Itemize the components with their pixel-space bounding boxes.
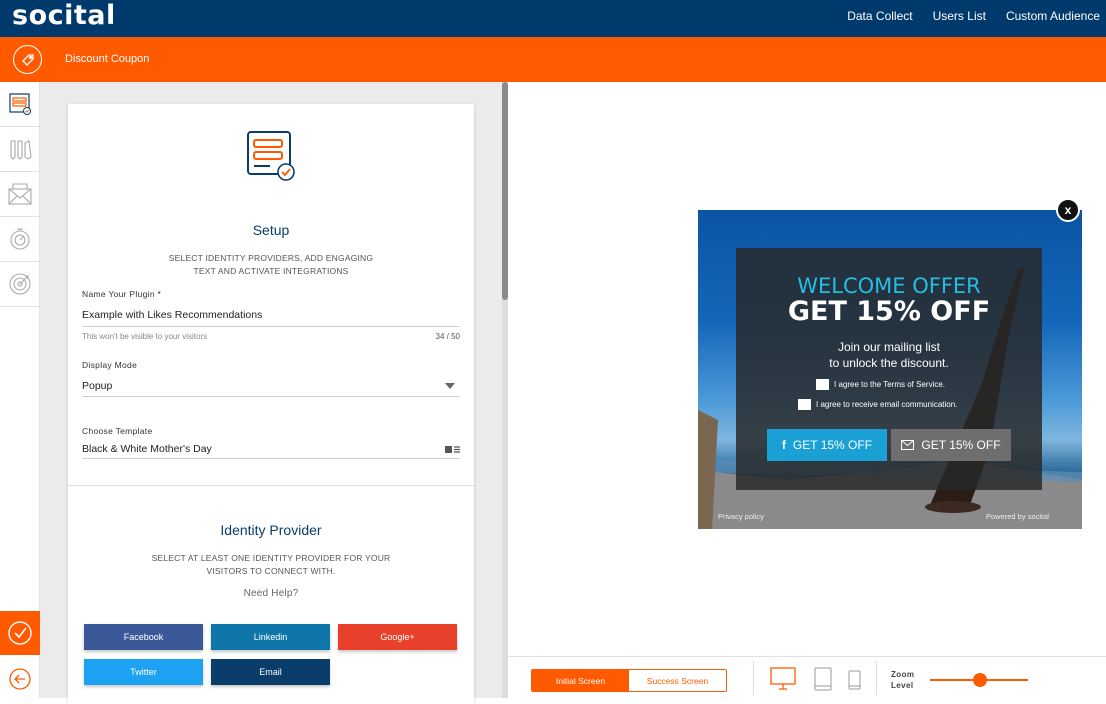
email-consent-checkbox[interactable] xyxy=(798,399,811,410)
plugin-name-input[interactable]: Example with Likes Recommendations xyxy=(82,309,262,321)
step-targeting[interactable] xyxy=(0,262,39,307)
need-help-link[interactable]: Need Help? xyxy=(68,587,474,600)
popup-preview: WELCOME OFFER GET 15% OFF Join our maili… xyxy=(698,210,1082,529)
terms-checkbox[interactable] xyxy=(816,379,829,390)
envelope-icon xyxy=(7,183,32,205)
check-circle-icon xyxy=(8,621,32,645)
popup-content-box: WELCOME OFFER GET 15% OFF Join our maili… xyxy=(736,248,1042,490)
preview-area: WELCOME OFFER GET 15% OFF Join our maili… xyxy=(508,82,1106,656)
initial-screen-tab[interactable]: Initial Screen xyxy=(532,670,629,691)
step-email[interactable] xyxy=(0,172,39,217)
plugin-name-counter: 34 / 50 xyxy=(435,332,460,341)
close-icon: x xyxy=(1064,203,1072,217)
facebook-provider-button[interactable]: Facebook xyxy=(84,624,203,650)
plugin-name-hint: This won't be visible to your visitors xyxy=(82,332,208,341)
template-underline xyxy=(82,458,460,459)
powered-by-text[interactable]: Powered by socital xyxy=(986,512,1049,521)
toolbar-divider xyxy=(753,661,754,695)
dropdown-arrow-icon[interactable] xyxy=(445,383,455,389)
section-divider xyxy=(68,485,474,486)
zoom-slider-thumb[interactable] xyxy=(973,673,987,687)
popup-subtext-2: to unlock the discount. xyxy=(829,356,949,370)
plugin-name-label: Name Your Plugin * xyxy=(82,289,162,299)
step-timing[interactable] xyxy=(0,217,39,262)
toolbar-divider-2 xyxy=(876,661,877,695)
setup-desc-1: SELECT IDENTITY PROVIDERS, ADD ENGAGING xyxy=(168,253,374,263)
settings-panel: Setup SELECT IDENTITY PROVIDERS, ADD ENG… xyxy=(40,82,502,704)
nav-users-list[interactable]: Users List xyxy=(933,9,986,23)
desktop-icon[interactable] xyxy=(770,667,796,691)
popup-email-label: GET 15% OFF xyxy=(921,438,1001,452)
setup-form-large-icon xyxy=(246,130,298,187)
identity-desc-2: VISITORS TO CONNECT WITH. xyxy=(206,566,336,576)
back-button[interactable] xyxy=(0,659,40,698)
email-provider-button[interactable]: Email xyxy=(211,659,330,685)
popup-close-button[interactable]: x xyxy=(1056,198,1080,222)
socital-logo[interactable]: socital xyxy=(12,0,116,31)
popup-facebook-label: GET 15% OFF xyxy=(792,438,873,452)
email-consent-label: I agree to receive email communication. xyxy=(816,400,958,409)
arrow-left-circle-icon xyxy=(9,667,31,690)
target-icon xyxy=(8,273,31,295)
template-label: Choose Template xyxy=(82,426,153,436)
popup-facebook-button[interactable]: f GET 15% OFF xyxy=(767,429,887,461)
email-consent-checkbox-row[interactable]: I agree to receive email communication. xyxy=(798,399,957,410)
nav-custom-audience[interactable]: Custom Audience xyxy=(1006,9,1100,23)
setup-form-icon xyxy=(8,93,31,115)
zoom-label-line1: Zoom xyxy=(891,670,915,679)
facebook-icon: f xyxy=(781,438,786,452)
step-sidebar xyxy=(0,82,40,698)
display-mode-select[interactable]: Popup xyxy=(82,380,112,392)
popup-headline: GET 15% OFF xyxy=(787,296,991,327)
identity-title: Identity Provider xyxy=(220,522,322,538)
display-mode-underline xyxy=(82,396,460,397)
display-mode-label: Display Mode xyxy=(82,360,138,370)
coupon-icon xyxy=(13,45,42,74)
nav-data-collect[interactable]: Data Collect xyxy=(847,9,912,23)
mobile-icon[interactable] xyxy=(848,670,861,690)
template-gallery-icon[interactable] xyxy=(445,445,460,454)
top-navbar: socital Data Collect Users List Custom A… xyxy=(0,0,1106,37)
privacy-policy-link[interactable]: Privacy policy xyxy=(718,512,764,521)
success-screen-tab[interactable]: Success Screen xyxy=(629,670,726,691)
zoom-label-line2: Level xyxy=(891,681,914,690)
step-setup[interactable] xyxy=(0,82,39,127)
settings-card: Setup SELECT IDENTITY PROVIDERS, ADD ENG… xyxy=(68,104,474,704)
popup-subtext-1: Join our mailing list xyxy=(837,340,941,354)
twitter-provider-button[interactable]: Twitter xyxy=(84,659,203,685)
mail-icon xyxy=(901,440,915,450)
screen-toggle: Initial Screen Success Screen xyxy=(531,669,727,692)
timer-icon xyxy=(9,228,30,250)
pencils-icon xyxy=(9,140,32,160)
terms-checkbox-row[interactable]: I agree to the Terms of Service. xyxy=(816,379,945,390)
linkedin-provider-button[interactable]: Linkedin xyxy=(211,624,330,650)
zoom-label: Zoom Level xyxy=(891,669,914,691)
google-provider-button[interactable]: Google+ xyxy=(338,624,457,650)
page-header: Discount Coupon xyxy=(0,37,1106,82)
page-title: Discount Coupon xyxy=(65,53,150,65)
publish-button[interactable] xyxy=(0,611,40,655)
terms-label: I agree to the Terms of Service. xyxy=(834,380,946,389)
plugin-name-underline xyxy=(82,326,460,327)
identity-desc-1: SELECT AT LEAST ONE IDENTITY PROVIDER FO… xyxy=(151,553,391,563)
step-design[interactable] xyxy=(0,127,39,172)
tablet-icon[interactable] xyxy=(814,667,832,691)
preview-toolbar: Initial Screen Success Screen Zoom Level xyxy=(508,656,1106,698)
top-nav-links: Data Collect Users List Custom Audience xyxy=(847,9,1100,23)
setup-title: Setup xyxy=(252,222,290,238)
popup-welcome-text: WELCOME OFFER xyxy=(797,274,981,298)
popup-email-button[interactable]: GET 15% OFF xyxy=(891,429,1011,461)
template-select[interactable]: Black & White Mother's Day xyxy=(82,443,212,455)
setup-desc-2: TEXT AND ACTIVATE INTEGRATIONS xyxy=(193,266,349,276)
